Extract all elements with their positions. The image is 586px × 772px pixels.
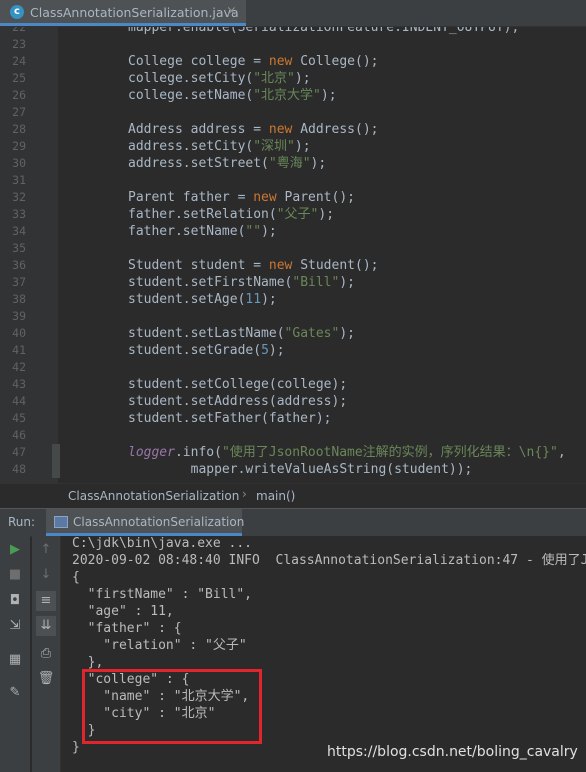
code-line: address.setStreet("粤海");: [128, 156, 327, 171]
breadcrumb-method[interactable]: main(): [256, 489, 295, 503]
code-line: student.setCollege(college);: [128, 377, 348, 392]
line-number: 44: [12, 394, 26, 408]
code-line: college.setCity("北京");: [128, 71, 311, 86]
console-line: {: [72, 570, 80, 585]
print-icon[interactable]: ⎙: [36, 644, 56, 664]
login-icon[interactable]: ⇲: [5, 616, 25, 636]
console-icon: [54, 516, 68, 528]
wrap-icon[interactable]: ≡: [36, 591, 56, 611]
breadcrumb-class[interactable]: ClassAnnotationSerialization: [68, 489, 239, 503]
line-number: 42: [12, 360, 26, 374]
line-number: 26: [12, 88, 26, 102]
line-number: 34: [12, 224, 26, 238]
line-number: 45: [12, 411, 26, 425]
line-number: 31: [12, 173, 26, 187]
pin-icon[interactable]: ✎: [5, 683, 25, 703]
run-tab-label: ClassAnnotationSerialization: [73, 515, 245, 529]
code-line: mapper.writeValueAsString(student));: [128, 462, 473, 477]
code-line: student.setFather(father);: [128, 411, 332, 426]
up-arrow-icon[interactable]: ↑: [36, 540, 56, 560]
layout-icon[interactable]: ▦: [5, 650, 25, 670]
code-line: Parent father = new Parent();: [128, 190, 355, 205]
run-toolbar-right: ↑ ↓ ≡ ⇊ ⎙ 🗑: [32, 536, 61, 772]
stop-icon[interactable]: ■: [5, 565, 25, 585]
line-number: 35: [12, 241, 26, 255]
line-number: 27: [12, 105, 26, 119]
editor-tab[interactable]: c ClassAnnotationSerialization.java ×: [0, 0, 246, 26]
console-line: C:\jdk\bin\java.exe ...: [72, 536, 253, 551]
line-number: 38: [12, 292, 26, 306]
code-line: student.setLastName("Gates");: [128, 326, 355, 341]
line-number: 33: [12, 207, 26, 221]
console-line: }: [72, 740, 80, 755]
line-gutter: 22 23 24 25 26 27 28 29 30 31 32 33 34 35 36 37 38 39 40 41…: [0, 27, 58, 483]
line-number: 22: [12, 27, 26, 34]
camera-icon[interactable]: ◘: [5, 591, 25, 611]
line-number: 48: [12, 462, 26, 476]
line-number: 41: [12, 343, 26, 357]
change-marker: [52, 444, 60, 478]
code-editor[interactable]: 22 23 24 25 26 27 28 29 30 31 32 33 34 35 36 37 38 39 40 41…: [0, 27, 586, 483]
class-c-icon: c: [10, 5, 24, 19]
run-label: Run:: [8, 515, 36, 529]
line-number: 29: [12, 139, 26, 153]
play-icon[interactable]: ▶: [5, 540, 25, 560]
run-toolbar-left: ▶ ■ ◘ ⇲ ▦ ✎: [0, 536, 30, 772]
run-tab[interactable]: ClassAnnotationSerialization: [46, 509, 245, 536]
code-line: logger.info("使用了JsonRootName注解的实例，序列化结果：…: [128, 445, 566, 460]
line-number: 28: [12, 122, 26, 136]
highlight-box: [82, 669, 262, 744]
run-panel-header: Run: ClassAnnotationSerialization: [0, 508, 586, 537]
editor-tab-label: ClassAnnotationSerialization.java: [30, 5, 239, 20]
trash-icon[interactable]: 🗑: [36, 669, 56, 689]
console-line: "age" : 11,: [72, 604, 174, 619]
console-line: "firstName" : "Bill",: [72, 587, 253, 602]
code-line: mapper.enable(SerializationFeature.INDEN…: [128, 27, 520, 35]
line-number: 37: [12, 275, 26, 289]
line-number: 24: [12, 54, 26, 68]
close-icon[interactable]: ×: [226, 4, 237, 19]
line-number: 39: [12, 309, 26, 323]
code-line: College college = new College();: [128, 54, 379, 69]
down-arrow-icon[interactable]: ↓: [36, 565, 56, 585]
code-line: student.setAddress(address);: [128, 394, 348, 409]
line-number: 32: [12, 190, 26, 204]
watermark: https://blog.csdn.net/boling_cavalry: [327, 744, 578, 760]
code-line: student.setGrade(5);: [128, 343, 285, 358]
code-line: address.setCity("深圳");: [128, 139, 311, 154]
line-number: 36: [12, 258, 26, 272]
code-line: father.setRelation("父子");: [128, 207, 335, 222]
console-line: "father" : {: [72, 621, 182, 636]
code-line: Address address = new Address();: [128, 122, 379, 137]
console-line: 2020-09-02 08:48:40 INFO ClassAnnotation…: [72, 553, 586, 568]
line-number: 43: [12, 377, 26, 391]
code-line: student.setFirstName("Bill");: [128, 275, 355, 290]
code-line: college.setName("北京大学");: [128, 88, 337, 103]
line-number: 23: [12, 37, 26, 51]
scroll-end-icon[interactable]: ⇊: [36, 616, 56, 636]
code-line: Student student = new Student();: [128, 258, 379, 273]
line-number: 46: [12, 428, 26, 442]
breadcrumb-separator: ›: [242, 487, 247, 501]
editor-tab-bar: c ClassAnnotationSerialization.java ×: [0, 0, 586, 27]
line-number: 25: [12, 71, 26, 85]
line-number: 40: [12, 326, 26, 340]
breadcrumb: ClassAnnotationSerialization › main(): [0, 483, 586, 508]
line-number: 47: [12, 445, 26, 459]
console-line: "relation" : "父子": [72, 638, 247, 653]
code-line: father.setName("");: [128, 224, 277, 239]
code-line: student.setAge(11);: [128, 292, 277, 307]
line-number: 30: [12, 156, 26, 170]
